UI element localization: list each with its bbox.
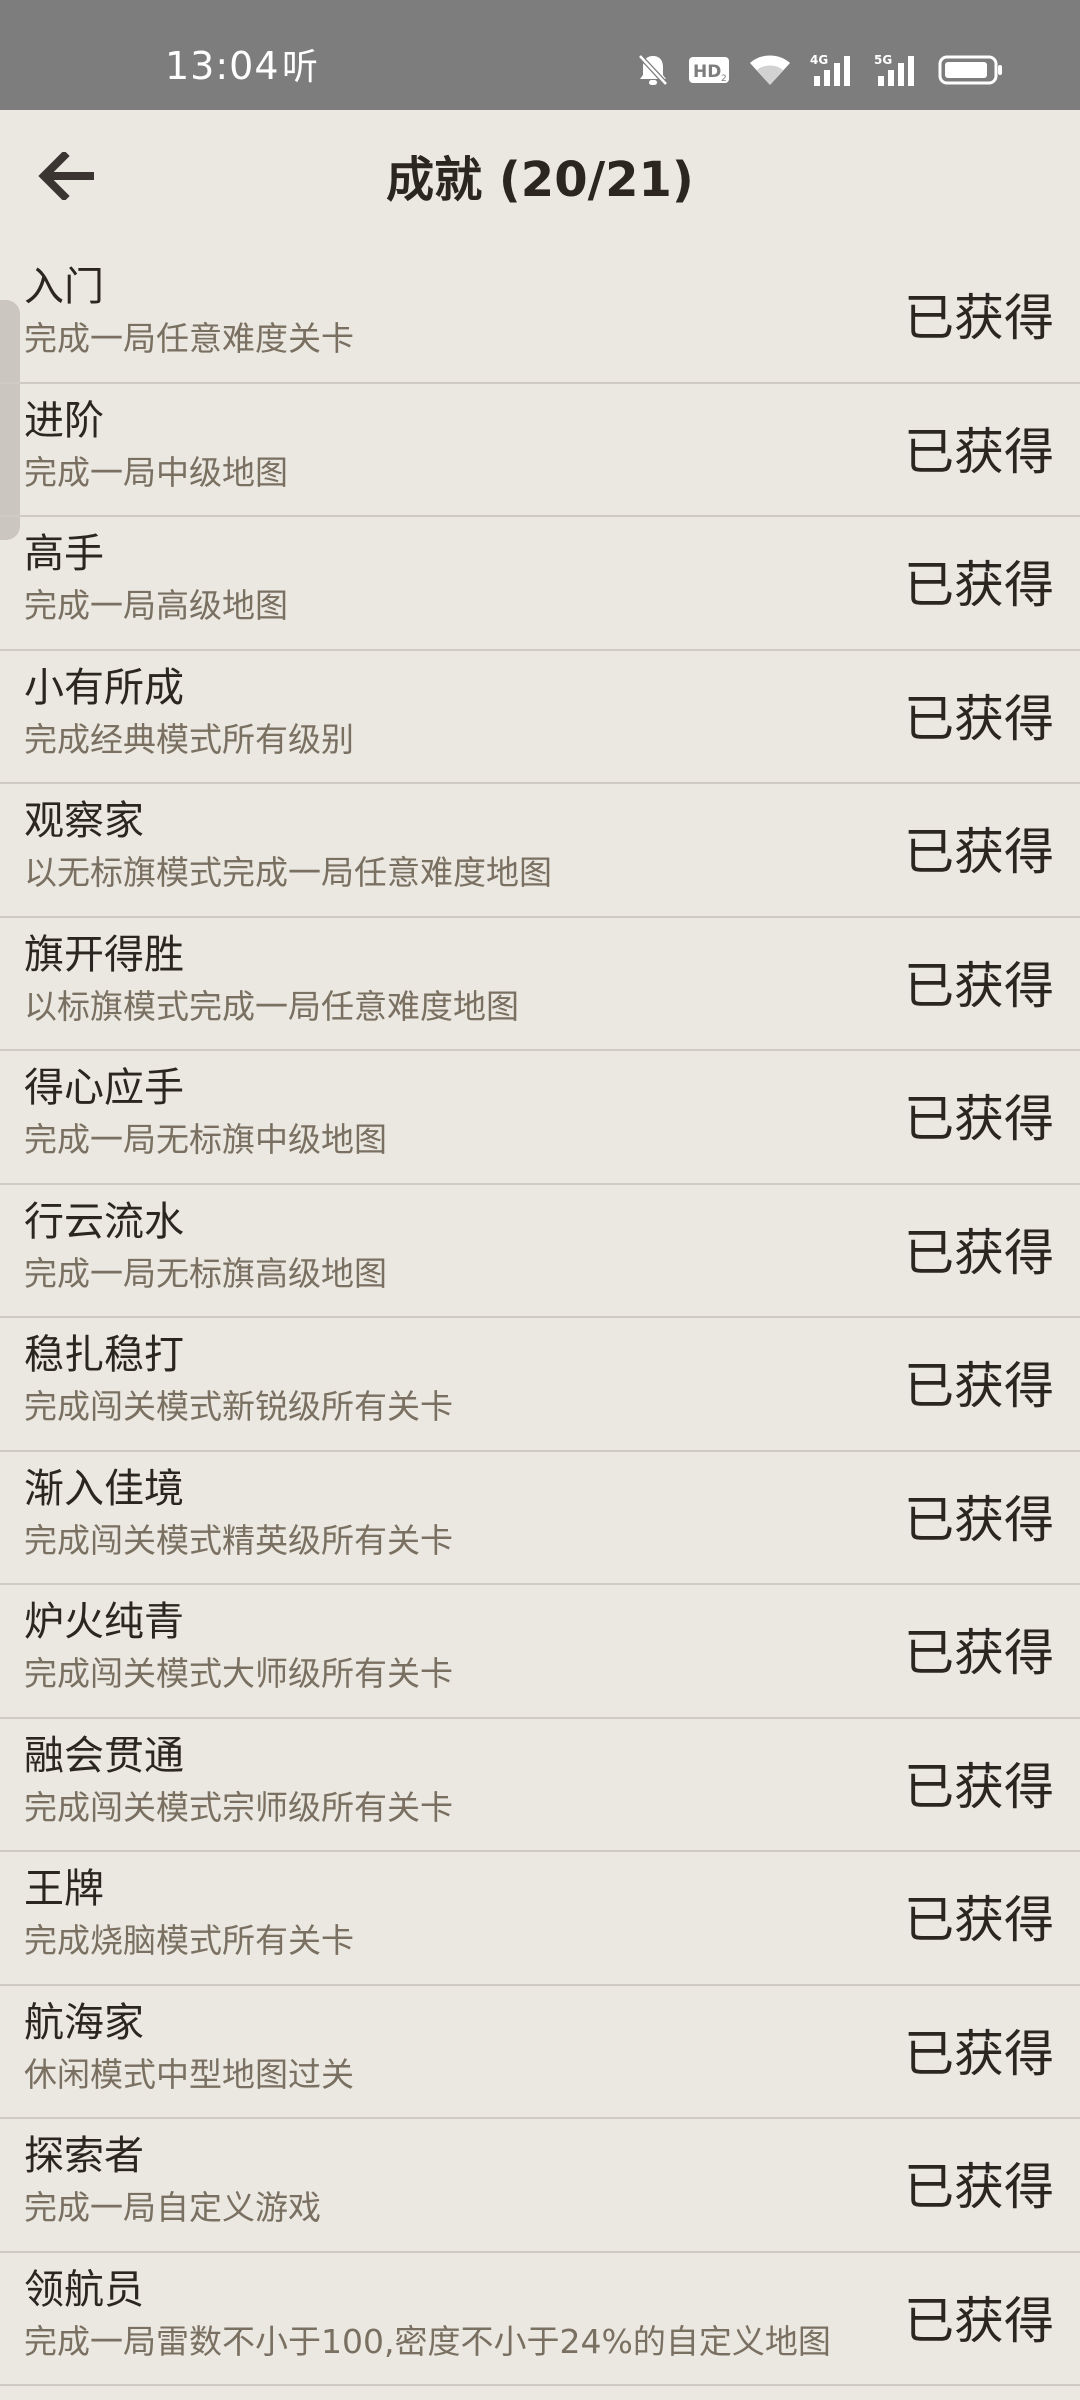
achievement-name: 渐入佳境 [24,1465,184,1512]
achievement-description: 完成一局自定义游戏 [24,2188,321,2227]
achievement-row[interactable]: 稳扎稳打 完成闯关模式新锐级所有关卡 已获得 [0,1318,1080,1452]
achievement-row[interactable]: 小有所成 完成经典模式所有级别 已获得 [0,651,1080,784]
svg-text:4G: 4G [810,53,828,67]
achievement-name: 炉火纯青 [24,1599,184,1645]
achievement-status: 已获得 [904,1891,1054,1949]
achievement-status: 已获得 [904,1357,1054,1415]
achievement-row[interactable]: 领航员 完成一局雷数不小于100,密度不小于24%的自定义地图 已获得 [0,2253,1080,2386]
achievement-description: 完成烧脑模式所有关卡 [24,1921,354,1960]
achievement-description: 完成一局无标旗中级地图 [24,1120,387,1159]
achievement-row[interactable]: 观察家 以无标旗模式完成一局任意难度地图 已获得 [0,784,1080,918]
status-icons: HD 2 4G 5G [636,48,1004,92]
achievement-description: 以无标旗模式完成一局任意难度地图 [24,853,552,892]
achievement-description: 完成闯关模式宗师级所有关卡 [24,1787,453,1827]
achievement-description: 以标旗模式完成一局任意难度地图 [24,986,519,1026]
bell-muted-icon [636,52,670,88]
wifi-icon [748,53,792,87]
achievement-list: 入门 完成一局任意难度关卡 已获得 进阶 完成一局中级地图 已获得 高手 完成一… [0,250,1080,2386]
achievement-row[interactable]: 得心应手 完成一局无标旗中级地图 已获得 [0,1051,1080,1185]
achievement-row[interactable]: 入门 完成一局任意难度关卡 已获得 [0,250,1080,384]
achievement-row[interactable]: 航海家 休闲模式中型地图过关 已获得 [0,1986,1080,2119]
achievement-status: 已获得 [904,823,1054,881]
svg-text:5G: 5G [874,53,892,67]
achievement-status: 已获得 [904,1757,1054,1816]
achievement-description: 完成闯关模式新锐级所有关卡 [24,1387,453,1426]
achievement-description: 完成闯关模式大师级所有关卡 [24,1654,453,1693]
achievement-description: 完成闯关模式精英级所有关卡 [24,1520,453,1560]
achievement-description: 完成一局雷数不小于100,密度不小于24%的自定义地图 [24,2321,831,2361]
achievement-name: 小有所成 [24,664,184,711]
achievement-description: 完成经典模式所有级别 [24,719,354,759]
achievement-name: 观察家 [24,798,144,844]
achievement-name: 得心应手 [24,1065,184,1111]
achievement-status: 已获得 [904,556,1054,614]
achievement-status: 已获得 [904,956,1054,1015]
5g-signal-icon: 5G [874,52,920,88]
achievement-status: 已获得 [904,1090,1054,1148]
achievement-name: 高手 [24,531,104,577]
achievement-status: 已获得 [904,289,1054,347]
achievement-row[interactable]: 进阶 完成一局中级地图 已获得 [0,384,1080,517]
achievement-name: 探索者 [24,2133,144,2179]
achievement-row[interactable]: 王牌 完成烧脑模式所有关卡 已获得 [0,1852,1080,1986]
achievement-status: 已获得 [904,1624,1054,1682]
battery-icon [938,54,1004,86]
achievement-description: 完成一局任意难度关卡 [24,319,354,358]
achievement-name: 稳扎稳打 [24,1332,184,1378]
svg-text:2: 2 [721,74,727,84]
achievement-row[interactable]: 融会贯通 完成闯关模式宗师级所有关卡 已获得 [0,1719,1080,1852]
achievement-status: 已获得 [904,2291,1054,2350]
achievement-status: 已获得 [904,2158,1054,2216]
achievement-name: 进阶 [24,397,104,444]
achievement-description: 完成一局高级地图 [24,586,288,625]
hd-icon: HD 2 [688,55,730,85]
achievement-name: 航海家 [24,1999,144,2046]
achievement-status: 已获得 [904,689,1054,748]
page-title: 成就 (20/21) [386,152,694,208]
achievement-name: 王牌 [24,1866,104,1912]
achievement-row[interactable]: 旗开得胜 以标旗模式完成一局任意难度地图 已获得 [0,918,1080,1051]
status-time: 13:04 [165,44,280,88]
achievement-description: 完成一局中级地图 [24,452,288,492]
achievement-description: 完成一局无标旗高级地图 [24,1253,387,1293]
achievement-name: 入门 [24,264,104,310]
svg-text:HD: HD [693,62,721,82]
status-extra-glyph: 听 [282,47,319,88]
achievement-row[interactable]: 炉火纯青 完成闯关模式大师级所有关卡 已获得 [0,1585,1080,1719]
achievement-status: 已获得 [904,1490,1054,1549]
achievement-name: 旗开得胜 [24,931,184,978]
achievement-row[interactable]: 渐入佳境 完成闯关模式精英级所有关卡 已获得 [0,1452,1080,1585]
achievement-row[interactable]: 探索者 完成一局自定义游戏 已获得 [0,2119,1080,2253]
achievement-name: 领航员 [24,2266,144,2313]
achievement-row[interactable]: 行云流水 完成一局无标旗高级地图 已获得 [0,1185,1080,1318]
achievement-row[interactable]: 高手 完成一局高级地图 已获得 [0,517,1080,651]
achievement-name: 行云流水 [24,1198,184,1245]
achievement-description: 休闲模式中型地图过关 [24,2054,354,2094]
achievement-status: 已获得 [904,422,1054,481]
achievement-status: 已获得 [904,2024,1054,2083]
app-header: 成就 (20/21) [0,110,1080,250]
achievement-name: 融会贯通 [24,1732,184,1779]
status-bar: 13:04 听 HD 2 4G 5G [0,0,1080,110]
achievement-status: 已获得 [904,1223,1054,1282]
4g-signal-icon: 4G [810,52,856,88]
